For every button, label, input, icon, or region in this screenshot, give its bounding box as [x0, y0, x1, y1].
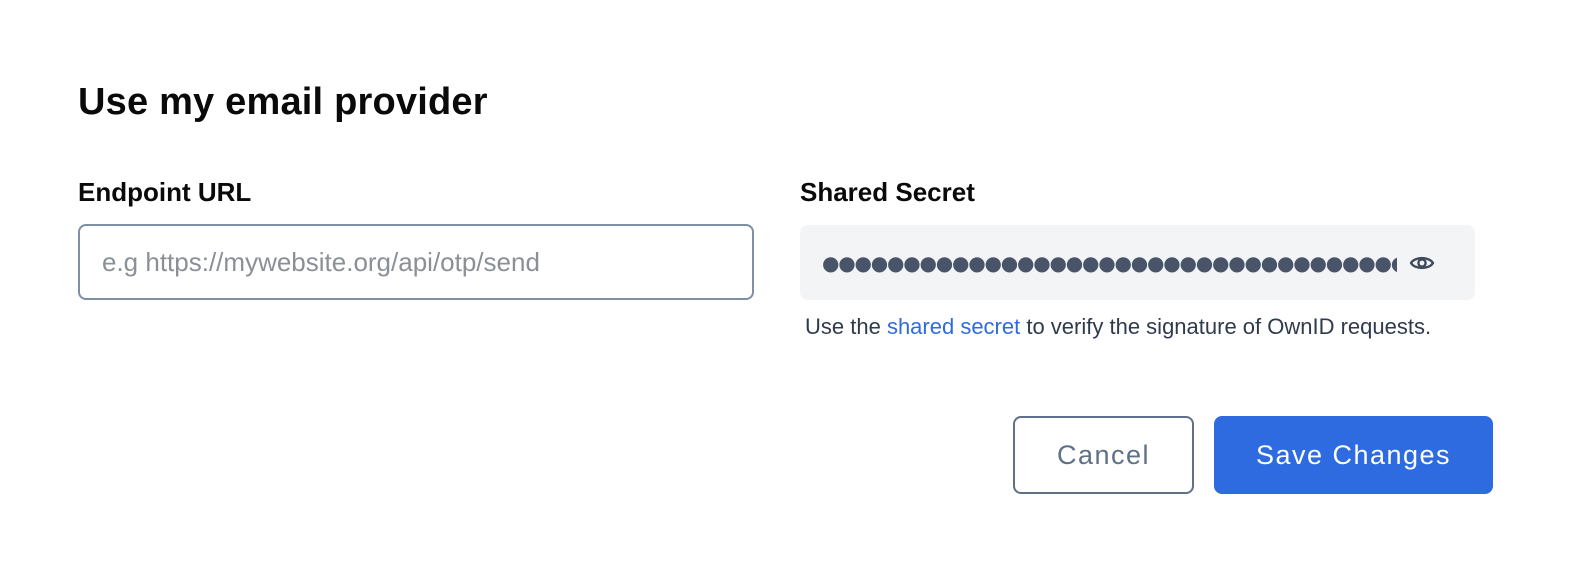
- endpoint-url-label: Endpoint URL: [78, 177, 252, 207]
- cancel-button[interactable]: Cancel: [1013, 416, 1194, 494]
- dialog-title: Use my email provider: [78, 81, 488, 123]
- shared-secret-field[interactable]: ●●●●●●●●●●●●●●●●●●●●●●●●●●●●●●●●●●●●●●●●…: [800, 225, 1475, 300]
- email-provider-dialog: Use my email provider Endpoint URL Share…: [0, 0, 1594, 582]
- endpoint-url-input[interactable]: [78, 224, 754, 300]
- shared-secret-label: Shared Secret: [800, 177, 975, 207]
- eye-icon[interactable]: [1408, 249, 1436, 277]
- save-changes-button[interactable]: Save Changes: [1214, 416, 1493, 494]
- shared-secret-link[interactable]: shared secret: [887, 314, 1020, 339]
- help-text-suffix: to verify the signature of OwnID request…: [1020, 314, 1432, 339]
- shared-secret-help-text: Use the shared secret to verify the sign…: [805, 312, 1431, 342]
- shared-secret-masked-value: ●●●●●●●●●●●●●●●●●●●●●●●●●●●●●●●●●●●●●●●●…: [822, 251, 1397, 275]
- help-text-prefix: Use the: [805, 314, 887, 339]
